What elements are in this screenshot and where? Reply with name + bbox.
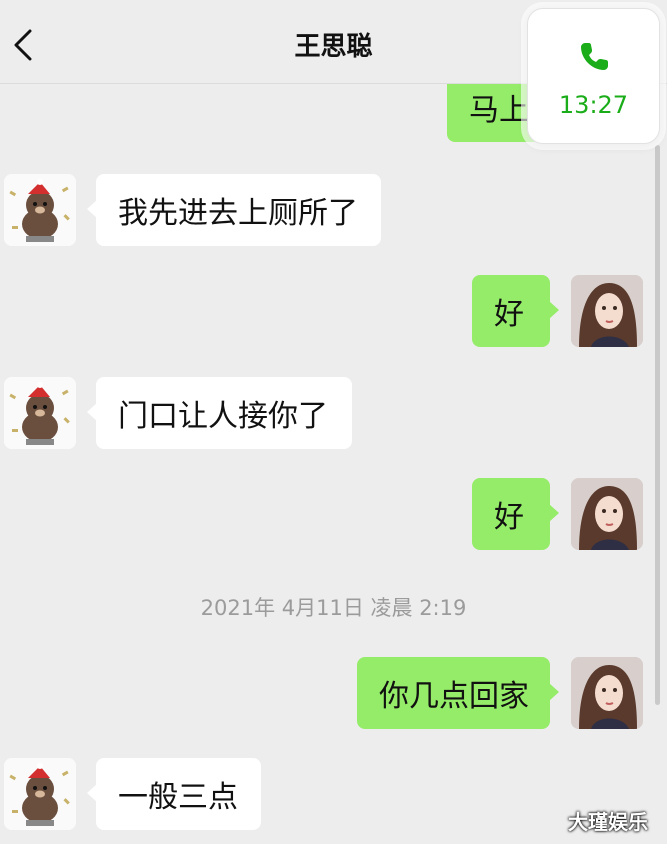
- avatar[interactable]: [4, 377, 76, 449]
- message-text: 好: [494, 297, 524, 332]
- phone-icon: [581, 43, 608, 70]
- message-text: 你几点回家: [379, 679, 529, 714]
- message-text: 我先进去上厕所了: [118, 196, 358, 231]
- message-bubble-received[interactable]: 门口让人接你了: [87, 377, 352, 449]
- avatar[interactable]: [571, 657, 643, 729]
- watermark: 大瑾娱乐: [568, 810, 648, 834]
- avatar[interactable]: [571, 275, 643, 347]
- message-row-sent: 好: [0, 478, 667, 550]
- message-bubble-sent[interactable]: 好: [472, 478, 559, 550]
- message-text: 门口让人接你了: [118, 399, 328, 434]
- voice-call-floating-window[interactable]: 13:27: [527, 8, 660, 144]
- avatar[interactable]: [571, 478, 643, 550]
- call-duration: 13:27: [558, 91, 629, 119]
- message-row-sent: 好: [0, 275, 667, 347]
- message-bubble-sent[interactable]: 好: [472, 275, 559, 347]
- message-bubble-received[interactable]: 一般三点: [87, 758, 261, 830]
- message-text: 马上: [469, 93, 529, 128]
- scrollbar[interactable]: [655, 145, 660, 705]
- message-bubble-sent[interactable]: 你几点回家: [357, 657, 559, 729]
- avatar[interactable]: [4, 174, 76, 246]
- avatar[interactable]: [4, 758, 76, 830]
- message-bubble-received[interactable]: 我先进去上厕所了: [87, 174, 381, 246]
- message-text: 好: [494, 500, 524, 535]
- message-row-received: 门口让人接你了: [0, 377, 667, 449]
- message-timestamp: 2021年 4月11日 凌晨 2:19: [200, 596, 467, 620]
- message-row-received: 一般三点: [0, 758, 667, 830]
- message-row-received: 我先进去上厕所了: [0, 174, 667, 246]
- message-row-sent: 你几点回家: [0, 657, 667, 729]
- message-text: 一般三点: [118, 780, 238, 815]
